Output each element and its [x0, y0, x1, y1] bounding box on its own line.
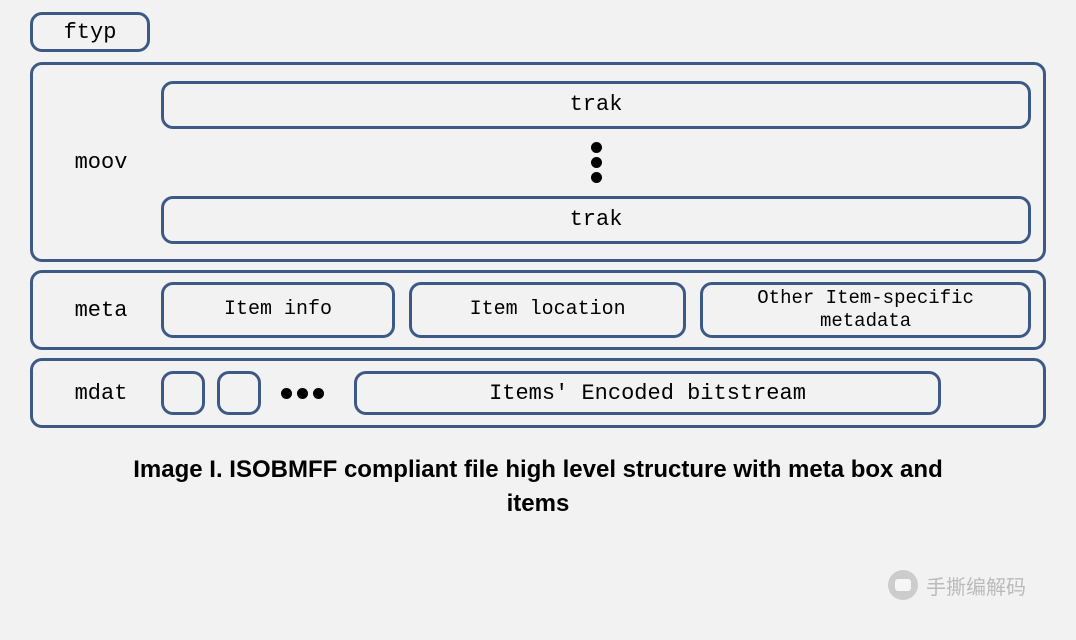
vertical-ellipsis-icon	[161, 135, 1031, 190]
item-location-box: Item location	[409, 282, 686, 338]
watermark: 手撕编解码	[888, 570, 1026, 600]
mdat-content: Items' Encoded bitstream	[161, 371, 1031, 415]
trak-box-1: trak	[161, 81, 1031, 129]
meta-content: Item info Item location Other Item-speci…	[161, 282, 1031, 338]
wechat-icon	[888, 570, 918, 600]
meta-label: meta	[41, 298, 161, 323]
bitstream-box: Items' Encoded bitstream	[354, 371, 941, 415]
ftyp-label: ftyp	[64, 20, 117, 45]
mdat-label: mdat	[41, 381, 161, 406]
moov-label: moov	[41, 150, 161, 175]
item-info-box: Item info	[161, 282, 395, 338]
item-location-label: Item location	[470, 298, 626, 322]
figure-caption: Image I. ISOBMFF compliant file high lev…	[30, 453, 1046, 520]
moov-box: moov trak trak	[30, 62, 1046, 262]
trak-box-2: trak	[161, 196, 1031, 244]
item-other-label: Other Item-specific metadata	[715, 287, 1016, 333]
watermark-text: 手撕编解码	[926, 571, 1026, 600]
bitstream-label: Items' Encoded bitstream	[489, 381, 806, 406]
ftyp-box: ftyp	[30, 12, 150, 52]
item-other-box: Other Item-specific metadata	[700, 282, 1031, 338]
moov-content: trak trak	[161, 81, 1031, 244]
mdat-box: mdat Items' Encoded bitstream	[30, 358, 1046, 428]
horizontal-ellipsis-icon	[281, 388, 324, 399]
mdat-chunk-1	[161, 371, 205, 415]
mdat-chunk-2	[217, 371, 261, 415]
meta-box: meta Item info Item location Other Item-…	[30, 270, 1046, 350]
trak-label-2: trak	[570, 207, 623, 232]
item-info-label: Item info	[224, 298, 332, 322]
trak-label-1: trak	[570, 92, 623, 117]
